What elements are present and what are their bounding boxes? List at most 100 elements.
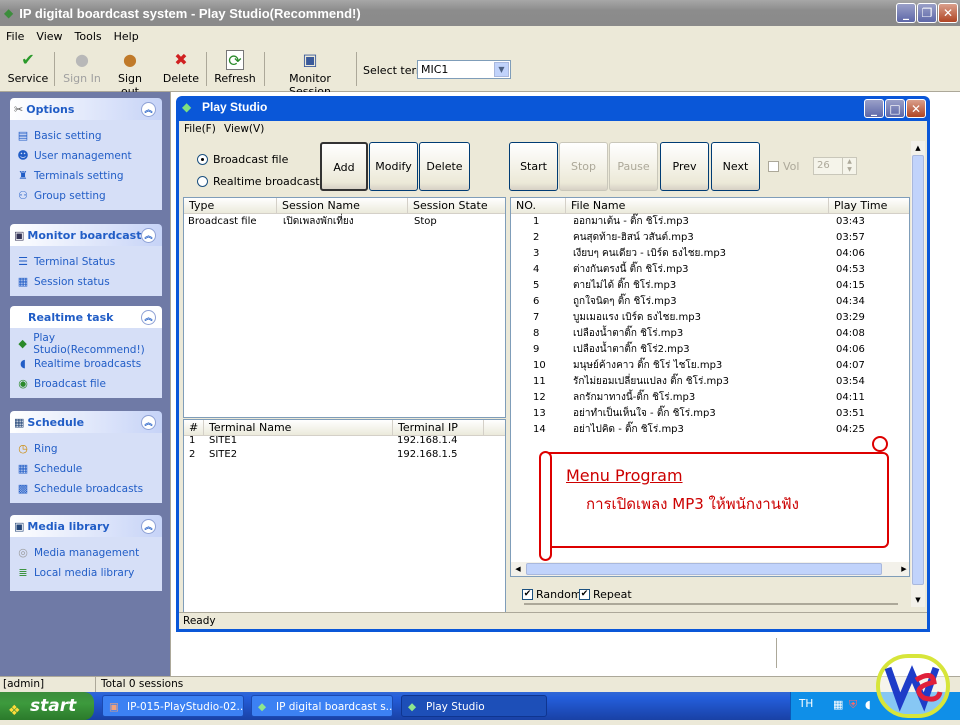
toolbar-divider — [54, 52, 55, 86]
schedule-header[interactable]: ▦ Schedule ︽ — [10, 411, 162, 433]
chevron-down-icon[interactable]: ▼ — [494, 62, 509, 77]
play-studio-icon: ◆ — [182, 100, 192, 114]
random-checkbox[interactable]: ✔ Random — [522, 588, 582, 601]
ps-menu-view[interactable]: View(V) — [224, 123, 264, 135]
modify-button[interactable]: Modify — [369, 142, 418, 191]
col-header-session-state[interactable]: Session State — [408, 198, 505, 214]
language-indicator[interactable]: TH — [799, 698, 813, 710]
file-name: คนสุดท้าย-ฮิสน์ วสันต์.mp3 — [573, 232, 694, 243]
minimize-button[interactable]: _ — [896, 3, 916, 23]
task-play-studio[interactable]: ◆ Play Studio — [401, 695, 547, 717]
scroll-thumb[interactable] — [912, 155, 924, 585]
volume-icon[interactable]: ◖ — [865, 698, 871, 711]
realtime-header[interactable]: Realtime task ︽ — [10, 306, 162, 328]
schedule-broadcast-icon: ▩ — [17, 482, 29, 495]
scroll-down-icon[interactable]: ▼ — [911, 593, 925, 607]
col-header-play-time[interactable]: Play Time — [829, 198, 909, 214]
radio-realtime-broadcast[interactable]: Realtime broadcast — [197, 175, 320, 188]
sign-out-button[interactable]: ● Sign out — [108, 48, 152, 98]
sidebar-item-schedule[interactable]: ▦ Schedule — [16, 459, 162, 479]
menu-view[interactable]: View — [36, 30, 62, 43]
pause-button[interactable]: Pause — [609, 142, 658, 191]
delete-button[interactable]: ✖ Delete — [162, 48, 200, 90]
scroll-right-icon[interactable]: ▶ — [897, 562, 909, 576]
vol-spinner[interactable]: 26 ▲ ▼ — [813, 157, 857, 175]
prev-button[interactable]: Prev — [660, 142, 709, 191]
stop-button[interactable]: Stop — [559, 142, 608, 191]
delete-session-button[interactable]: Delete — [419, 142, 470, 191]
sidebar-item-terminal-status[interactable]: ☰ Terminal Status — [16, 252, 162, 272]
vol-checkbox[interactable]: Vol — [768, 160, 799, 173]
terminal-list[interactable]: # Terminal Name Terminal IP 1 SITE1 192.… — [183, 419, 506, 613]
horizontal-scrollbar[interactable]: ◀ ▶ — [511, 562, 909, 576]
col-header-no[interactable]: NO. — [511, 198, 566, 214]
col-header-file-name[interactable]: File Name — [566, 198, 829, 214]
ps-maximize-button[interactable]: □ — [885, 99, 905, 118]
session-list[interactable]: Type Session Name Session State Broadcas… — [183, 197, 506, 418]
monitor-header[interactable]: ▣ Monitor boardcast ︽ — [10, 224, 162, 246]
sidebar-item-schedule-broadcasts[interactable]: ▩ Schedule broadcasts — [16, 479, 162, 499]
scroll-thumb[interactable] — [526, 563, 882, 575]
taskbar: ❖ start ▣ IP-015-PlayStudio-02... ◆ IP d… — [0, 692, 960, 720]
options-header[interactable]: ✂ Options ︽ — [10, 98, 162, 120]
service-button[interactable]: ✔ Service — [6, 48, 50, 90]
sidebar-item-group-setting[interactable]: ⚇ Group setting — [16, 186, 162, 206]
progress-track[interactable] — [524, 603, 898, 605]
checkbox-checked-icon: ✔ — [522, 589, 533, 600]
file-no: 11 — [533, 376, 546, 387]
security-icon[interactable]: ⛨ — [849, 698, 857, 712]
close-button[interactable]: ✕ — [938, 3, 958, 23]
refresh-button[interactable]: ⟳ Refresh — [212, 48, 258, 90]
add-button[interactable]: Add — [320, 142, 368, 191]
vertical-scrollbar[interactable]: ▲ ▼ — [911, 141, 925, 607]
ps-close-button[interactable]: ✕ — [906, 99, 926, 118]
collapse-icon[interactable]: ︽ — [141, 101, 156, 117]
col-header-session-name[interactable]: Session Name — [277, 198, 408, 214]
select-term-dropdown[interactable]: MIC1 ▼ — [417, 60, 511, 79]
sidebar-item-media-management[interactable]: ◎ Media management — [16, 543, 162, 563]
collapse-icon[interactable]: ︽ — [141, 227, 156, 243]
sidebar-item-realtime-broadcasts[interactable]: ◖ Realtime broadcasts — [16, 354, 162, 374]
task-ip015[interactable]: ▣ IP-015-PlayStudio-02... — [102, 695, 244, 717]
repeat-checkbox[interactable]: ✔ Repeat — [579, 588, 632, 601]
sidebar-item-terminals-setting[interactable]: ♜ Terminals setting — [16, 166, 162, 186]
collapse-icon[interactable]: ︽ — [141, 518, 156, 534]
ps-menu-file[interactable]: File(F) — [184, 123, 216, 135]
collapse-icon[interactable]: ︽ — [141, 309, 156, 325]
sidebar-item-user-management[interactable]: ☻ User management — [16, 146, 162, 166]
radio-broadcast-file[interactable]: Broadcast file — [197, 153, 288, 166]
library-icon: ≣ — [18, 566, 28, 579]
file-play-time: 04:07 — [836, 360, 865, 371]
file-no: 12 — [533, 392, 546, 403]
sign-in-button[interactable]: ● Sign In — [60, 48, 104, 90]
calendar-icon: ▦ — [17, 462, 29, 475]
menu-tools[interactable]: Tools — [75, 30, 102, 43]
toolbar-divider — [206, 52, 207, 86]
start-button[interactable]: ❖ start — [0, 692, 94, 720]
spin-down-icon[interactable]: ▼ — [842, 166, 856, 174]
sidebar-item-ring[interactable]: ◷ Ring — [16, 439, 162, 459]
task-ip-digital[interactable]: ◆ IP digital boardcast s... — [251, 695, 393, 717]
sidebar-item-play-studio[interactable]: ◆ Play Studio(Recommend!) — [16, 332, 162, 356]
sidebar-item-session-status[interactable]: ▦ Session status — [16, 272, 162, 292]
radio-unselected-icon — [197, 176, 208, 187]
spin-up-icon[interactable]: ▲ — [842, 158, 856, 166]
start-button[interactable]: Start — [509, 142, 558, 191]
ps-minimize-button[interactable]: _ — [864, 99, 884, 118]
collapse-icon[interactable]: ︽ — [141, 414, 156, 430]
sidebar-item-basic-setting[interactable]: ▤ Basic setting — [16, 126, 162, 146]
media-header[interactable]: ▣ Media library ︽ — [10, 515, 162, 537]
menu-help[interactable]: Help — [114, 30, 139, 43]
scroll-left-icon[interactable]: ◀ — [511, 562, 525, 576]
scroll-up-icon[interactable]: ▲ — [911, 141, 925, 155]
monitor-session-button[interactable]: ▣ Monitor Session — [270, 48, 350, 98]
sidebar-item-local-media-library[interactable]: ≣ Local media library — [16, 563, 162, 583]
next-button[interactable]: Next — [711, 142, 760, 191]
file-play-time: 03:29 — [836, 312, 865, 323]
col-header-type[interactable]: Type — [184, 198, 277, 214]
network-icon[interactable]: ▦ — [833, 698, 843, 711]
maximize-button[interactable]: ❐ — [917, 3, 937, 23]
menu-file[interactable]: File — [6, 30, 24, 43]
media-icon: ▣ — [14, 519, 25, 533]
sidebar-item-broadcast-file[interactable]: ◉ Broadcast file — [16, 374, 162, 394]
